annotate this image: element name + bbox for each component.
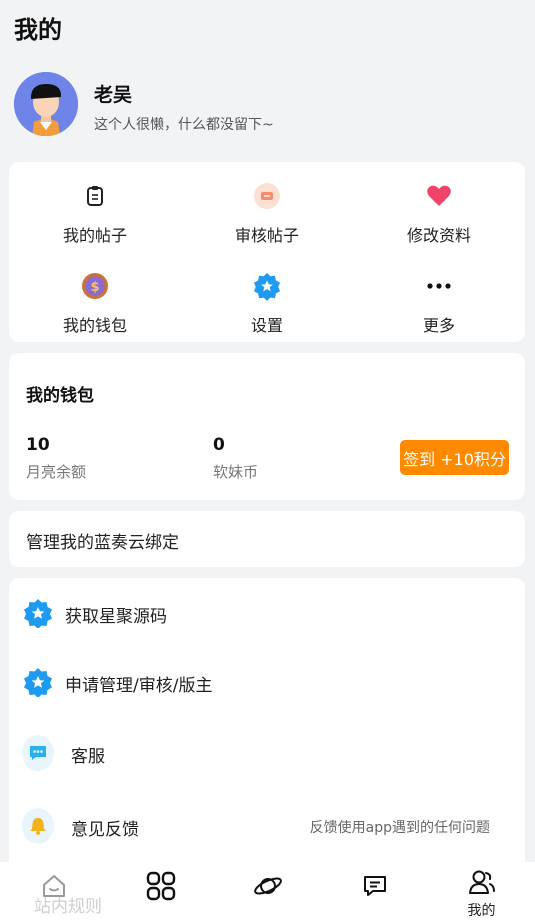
heart-icon xyxy=(425,182,453,210)
moon-balance-value: 10 xyxy=(26,435,50,455)
profile-name: 老吴 xyxy=(94,84,133,106)
star-badge-icon xyxy=(253,272,281,301)
menu-item-label: 更多 xyxy=(422,316,455,335)
page-title: 我的 xyxy=(14,16,62,44)
menu-item-my-posts[interactable]: 我的帖子 xyxy=(9,172,181,252)
menu-item-label: 我的帖子 xyxy=(62,226,127,245)
star-badge-icon xyxy=(22,666,54,698)
menu-item-settings[interactable]: 设置 xyxy=(181,262,353,342)
clipboard-icon xyxy=(81,182,109,210)
review-icon xyxy=(253,182,281,210)
menu-item-my-wallet[interactable]: $ 我的钱包 xyxy=(9,262,181,342)
profile-header[interactable]: 老吴 这个人很懒，什么都没留下~ xyxy=(14,72,514,138)
bottom-tab-bar: 站内规则 我的 xyxy=(0,862,535,920)
menu-item-edit-profile[interactable]: 修改资料 xyxy=(353,172,525,252)
star-badge-icon xyxy=(22,597,54,629)
wallet-card: 我的钱包 10 月亮余额 0 软妹币 签到 +10积分 xyxy=(9,353,525,500)
quick-menu-card: 我的帖子 审核帖子 修改资料 $ 我的钱包 设置 更多 xyxy=(9,162,525,342)
tab-me[interactable]: 我的 xyxy=(428,862,535,920)
tab-home[interactable] xyxy=(0,862,107,920)
coin-icon: $ xyxy=(81,272,109,300)
profile-bio: 这个人很懒，什么都没留下~ xyxy=(94,117,274,133)
moon-balance-label: 月亮余额 xyxy=(26,463,87,481)
coin-label: 软妹币 xyxy=(213,463,259,481)
list-item-feedback[interactable]: 意见反馈 反馈使用app遇到的任何问题 xyxy=(9,801,525,851)
menu-item-label: 审核帖子 xyxy=(234,226,299,245)
list-item-apply-moderator[interactable]: 申请管理/审核/版主 xyxy=(9,657,525,707)
tab-discover[interactable] xyxy=(214,862,321,920)
chat-icon xyxy=(22,735,54,771)
menu-item-label: 修改资料 xyxy=(406,226,471,245)
tab-messages[interactable] xyxy=(321,862,428,920)
list-item-label: 客服 xyxy=(71,747,105,767)
menu-item-review-posts[interactable]: 审核帖子 xyxy=(181,172,353,252)
list-item-label: 获取星聚源码 xyxy=(65,607,167,627)
bell-icon xyxy=(22,808,54,844)
wallet-title: 我的钱包 xyxy=(26,386,94,406)
lanzou-binding-row[interactable]: 管理我的蓝奏云绑定 xyxy=(9,511,525,567)
coin-value: 0 xyxy=(213,435,225,455)
planet-icon xyxy=(252,870,284,902)
menu-item-label: 我的钱包 xyxy=(62,316,127,335)
home-icon xyxy=(38,870,70,902)
apps-icon xyxy=(145,870,177,902)
tab-me-label: 我的 xyxy=(467,903,496,919)
list-item-label: 意见反馈 xyxy=(71,820,139,840)
svg-text:$: $ xyxy=(90,280,99,295)
checkin-button[interactable]: 签到 +10积分 xyxy=(400,440,509,475)
user-icon xyxy=(466,866,498,898)
avatar[interactable] xyxy=(14,72,78,136)
tab-apps[interactable] xyxy=(107,862,214,920)
menu-item-label: 设置 xyxy=(250,316,283,335)
feedback-hint: 反馈使用app遇到的任何问题 xyxy=(309,820,490,836)
lanzou-binding-label: 管理我的蓝奏云绑定 xyxy=(26,533,179,553)
list-item-customer-service[interactable]: 客服 xyxy=(9,728,525,778)
more-icon xyxy=(425,272,453,300)
message-icon xyxy=(359,870,391,902)
settings-list: 获取星聚源码 申请管理/审核/版主 客服 意见反馈 反馈使用app遇到的任何问题 xyxy=(9,578,525,878)
list-item-get-source[interactable]: 获取星聚源码 xyxy=(9,588,525,638)
list-item-label: 申请管理/审核/版主 xyxy=(65,676,213,696)
menu-item-more[interactable]: 更多 xyxy=(353,262,525,342)
